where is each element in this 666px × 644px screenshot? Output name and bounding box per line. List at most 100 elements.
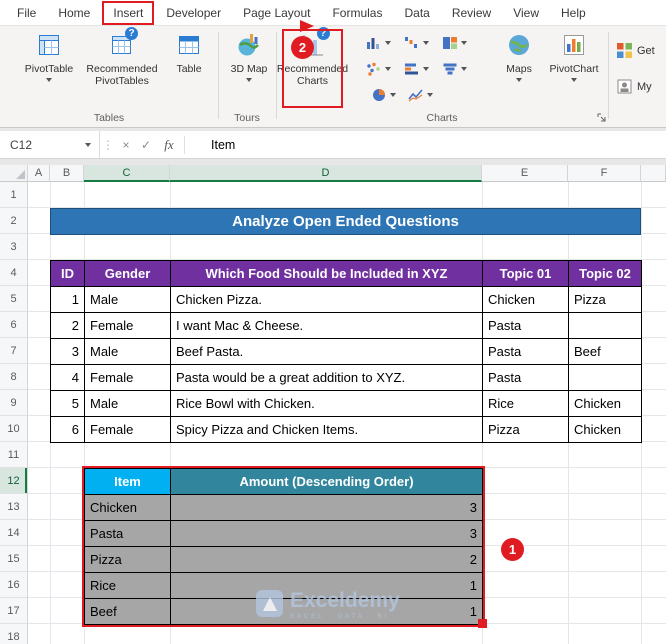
my-add-ins-button[interactable]: My bbox=[616, 78, 652, 95]
col-header-b[interactable]: B bbox=[50, 165, 84, 182]
col-header-d[interactable]: D bbox=[170, 165, 482, 182]
pivottable-button[interactable]: PivotTable bbox=[20, 30, 78, 110]
title-banner-cell[interactable]: Analyze Open Ended Questions bbox=[50, 208, 641, 235]
t1-cell-topic2-3[interactable] bbox=[569, 365, 642, 391]
waterfall-chart-dropdown[interactable] bbox=[404, 34, 429, 52]
t1-cell-food-4[interactable]: Rice Bowl with Chicken. bbox=[171, 391, 483, 417]
row-header-17[interactable]: 17 bbox=[0, 598, 27, 624]
t1-cell-food-2[interactable]: Beef Pasta. bbox=[171, 339, 483, 365]
row-header-15[interactable]: 15 bbox=[0, 546, 27, 572]
tab-review[interactable]: Review bbox=[441, 1, 502, 25]
col-header-e[interactable]: E bbox=[482, 165, 568, 182]
enter-icon[interactable]: ✓ bbox=[136, 138, 156, 152]
t1-cell-topic2-5[interactable]: Chicken bbox=[569, 417, 642, 443]
t1-cell-id-3[interactable]: 4 bbox=[51, 365, 85, 391]
t1-cell-topic2-2[interactable]: Beef bbox=[569, 339, 642, 365]
row-header-18[interactable]: 18 bbox=[0, 624, 27, 644]
t1-cell-topic1-5[interactable]: Pizza bbox=[483, 417, 569, 443]
t1-cell-gender-0[interactable]: Male bbox=[85, 287, 171, 313]
t2-cell-item-3[interactable]: Rice bbox=[85, 573, 171, 599]
recommended-pivottables-button[interactable]: ? Recommended PivotTables bbox=[82, 27, 162, 110]
insert-function-icon[interactable]: fx bbox=[156, 137, 182, 153]
t1-cell-id-4[interactable]: 5 bbox=[51, 391, 85, 417]
row-header-4[interactable]: 4 bbox=[0, 260, 27, 286]
t2-cell-amount-3[interactable]: 1 bbox=[171, 573, 483, 599]
name-box[interactable]: C12 bbox=[0, 131, 100, 158]
line-chart-dropdown[interactable] bbox=[408, 86, 433, 104]
t1-cell-topic1-1[interactable]: Pasta bbox=[483, 313, 569, 339]
t1-cell-topic2-4[interactable]: Chicken bbox=[569, 391, 642, 417]
table-button[interactable]: Table bbox=[166, 30, 212, 110]
tab-home[interactable]: Home bbox=[47, 1, 101, 25]
t2-cell-item-1[interactable]: Pasta bbox=[85, 521, 171, 547]
col-header-partial[interactable] bbox=[641, 165, 666, 182]
col-header-a[interactable]: A bbox=[28, 165, 50, 182]
t2-cell-amount-1[interactable]: 3 bbox=[171, 521, 483, 547]
t1-cell-gender-2[interactable]: Male bbox=[85, 339, 171, 365]
t1-cell-id-1[interactable]: 2 bbox=[51, 313, 85, 339]
row-header-2[interactable]: 2 bbox=[0, 208, 27, 234]
row-header-6[interactable]: 6 bbox=[0, 312, 27, 338]
t1-header-gender[interactable]: Gender bbox=[85, 261, 171, 287]
t1-cell-topic2-1[interactable] bbox=[569, 313, 642, 339]
t1-header-topic1[interactable]: Topic 01 bbox=[483, 261, 569, 287]
row-header-9[interactable]: 9 bbox=[0, 390, 27, 416]
t2-header-item[interactable]: Item bbox=[85, 469, 171, 495]
tab-view[interactable]: View bbox=[502, 1, 550, 25]
t1-header-id[interactable]: ID bbox=[51, 261, 85, 287]
row-header-11[interactable]: 11 bbox=[0, 442, 27, 468]
tab-insert[interactable]: Insert bbox=[102, 0, 155, 25]
t1-cell-gender-3[interactable]: Female bbox=[85, 365, 171, 391]
t1-cell-gender-1[interactable]: Female bbox=[85, 313, 171, 339]
charts-dialog-launcher[interactable] bbox=[596, 111, 608, 123]
row-header-13[interactable]: 13 bbox=[0, 494, 27, 520]
t1-header-topic2[interactable]: Topic 02 bbox=[569, 261, 642, 287]
get-add-ins-button[interactable]: Get bbox=[616, 42, 655, 59]
t2-cell-item-0[interactable]: Chicken bbox=[85, 495, 171, 521]
row-header-7[interactable]: 7 bbox=[0, 338, 27, 364]
row-header-8[interactable]: 8 bbox=[0, 364, 27, 390]
tab-data[interactable]: Data bbox=[393, 1, 440, 25]
scatter-chart-dropdown[interactable] bbox=[366, 60, 391, 78]
tab-file[interactable]: File bbox=[6, 1, 47, 25]
t1-cell-id-5[interactable]: 6 bbox=[51, 417, 85, 443]
t1-cell-gender-5[interactable]: Female bbox=[85, 417, 171, 443]
tab-developer[interactable]: Developer bbox=[155, 1, 232, 25]
bar-chart-dropdown[interactable] bbox=[404, 60, 429, 78]
row-header-3[interactable]: 3 bbox=[0, 234, 27, 260]
t2-cell-item-4[interactable]: Beef bbox=[85, 599, 171, 625]
cancel-icon[interactable]: × bbox=[116, 138, 136, 152]
pivotchart-button[interactable]: PivotChart bbox=[544, 30, 604, 110]
t1-cell-topic1-3[interactable]: Pasta bbox=[483, 365, 569, 391]
t1-cell-food-3[interactable]: Pasta would be a great addition to XYZ. bbox=[171, 365, 483, 391]
funnel-chart-dropdown[interactable] bbox=[442, 60, 467, 78]
t1-cell-topic1-0[interactable]: Chicken bbox=[483, 287, 569, 313]
row-header-16[interactable]: 16 bbox=[0, 572, 27, 598]
t1-cell-id-2[interactable]: 3 bbox=[51, 339, 85, 365]
t1-header-question[interactable]: Which Food Should be Included in XYZ bbox=[171, 261, 483, 287]
t1-cell-topic2-0[interactable]: Pizza bbox=[569, 287, 642, 313]
tab-formulas[interactable]: Formulas bbox=[321, 1, 393, 25]
row-header-10[interactable]: 10 bbox=[0, 416, 27, 442]
t1-cell-topic1-2[interactable]: Pasta bbox=[483, 339, 569, 365]
t2-cell-amount-4[interactable]: 1 bbox=[171, 599, 483, 625]
t1-cell-gender-4[interactable]: Male bbox=[85, 391, 171, 417]
t1-cell-food-5[interactable]: Spicy Pizza and Chicken Items. bbox=[171, 417, 483, 443]
row-header-1[interactable]: 1 bbox=[0, 182, 27, 208]
column-chart-dropdown[interactable] bbox=[366, 34, 391, 52]
row-header-12[interactable]: 12 bbox=[0, 468, 27, 494]
hierarchy-chart-dropdown[interactable] bbox=[442, 34, 467, 52]
tab-help[interactable]: Help bbox=[550, 1, 597, 25]
t1-cell-topic1-4[interactable]: Rice bbox=[483, 391, 569, 417]
t1-cell-food-1[interactable]: I want Mac & Cheese. bbox=[171, 313, 483, 339]
t2-header-amount[interactable]: Amount (Descending Order) bbox=[171, 469, 483, 495]
t2-cell-amount-2[interactable]: 2 bbox=[171, 547, 483, 573]
col-header-f[interactable]: F bbox=[568, 165, 641, 182]
3d-map-button[interactable]: 3D Map bbox=[224, 30, 274, 110]
pie-chart-dropdown[interactable] bbox=[372, 86, 396, 104]
row-header-14[interactable]: 14 bbox=[0, 520, 27, 546]
t2-cell-item-2[interactable]: Pizza bbox=[85, 547, 171, 573]
formula-bar-content[interactable]: Item bbox=[187, 138, 235, 152]
select-all-corner[interactable] bbox=[0, 165, 28, 182]
t1-cell-id-0[interactable]: 1 bbox=[51, 287, 85, 313]
